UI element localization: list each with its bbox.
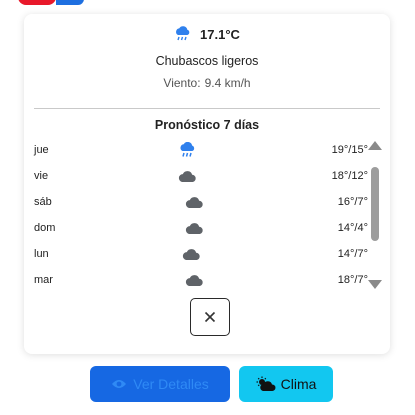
forecast-day: sáb	[34, 196, 52, 208]
cloud-icon	[185, 197, 203, 208]
current-weather-header: 17.1°C	[24, 26, 390, 42]
forecast-row: mar 18°/7°	[32, 268, 368, 294]
rain-cloud-icon	[176, 26, 190, 41]
close-button[interactable]	[190, 298, 230, 336]
divider	[34, 108, 380, 109]
top-left-red-tab	[18, 0, 56, 5]
forecast-day: dom	[34, 222, 56, 234]
forecast-day: lun	[34, 248, 49, 260]
top-left-blue-tab	[56, 0, 84, 5]
forecast-day: jue	[34, 144, 49, 156]
clima-button-label: Clima	[280, 376, 317, 392]
wind-label: Viento:	[163, 76, 201, 90]
forecast-temps: 16°/7°	[337, 196, 368, 208]
forecast-row: vie 18°/12°	[32, 164, 368, 190]
scroll-down-arrow-icon[interactable]	[368, 280, 382, 289]
forecast-temps: 18°/7°	[337, 274, 368, 286]
cloud-sun-icon	[256, 376, 276, 391]
cloud-icon	[185, 275, 203, 286]
current-wind: Viento: 9.4 km/h	[24, 76, 390, 90]
clima-button[interactable]: Clima	[239, 366, 333, 402]
details-button[interactable]: Ver Detalles	[90, 366, 230, 402]
forecast-list[interactable]: jue 19°/15° vie 18°/12° sáb 16°/7° dom 1…	[32, 138, 368, 294]
forecast-temps: 14°/7°	[337, 248, 368, 260]
current-condition: Chubascos ligeros	[155, 54, 259, 68]
rain-cloud-icon	[180, 142, 195, 157]
forecast-row: dom 14°/4°	[32, 216, 368, 242]
cloud-icon	[185, 223, 203, 234]
forecast-scrollbar[interactable]	[368, 141, 382, 289]
wind-value: 9.4 km/h	[204, 76, 251, 90]
eye-icon	[112, 380, 127, 388]
forecast-row: jue 19°/15°	[32, 138, 368, 164]
current-temperature: 17.1°C	[200, 26, 240, 42]
scroll-up-arrow-icon[interactable]	[368, 141, 382, 150]
forecast-row: lun 14°/7°	[32, 242, 368, 268]
forecast-title: Pronóstico 7 días	[154, 118, 260, 132]
forecast-day: mar	[34, 274, 53, 286]
close-icon	[204, 311, 216, 323]
weather-popup-card: 17.1°C Chubascos ligeros Viento: 9.4 km/h…	[24, 14, 390, 354]
forecast-temps: 19°/15°	[331, 144, 368, 156]
forecast-row: sáb 16°/7°	[32, 190, 368, 216]
scroll-thumb[interactable]	[371, 167, 379, 241]
details-button-label: Ver Detalles	[133, 376, 209, 392]
forecast-temps: 14°/4°	[337, 222, 368, 234]
cloud-icon	[178, 171, 196, 182]
forecast-day: vie	[34, 170, 49, 182]
cloud-icon	[182, 249, 200, 260]
forecast-temps: 18°/12°	[331, 170, 368, 182]
